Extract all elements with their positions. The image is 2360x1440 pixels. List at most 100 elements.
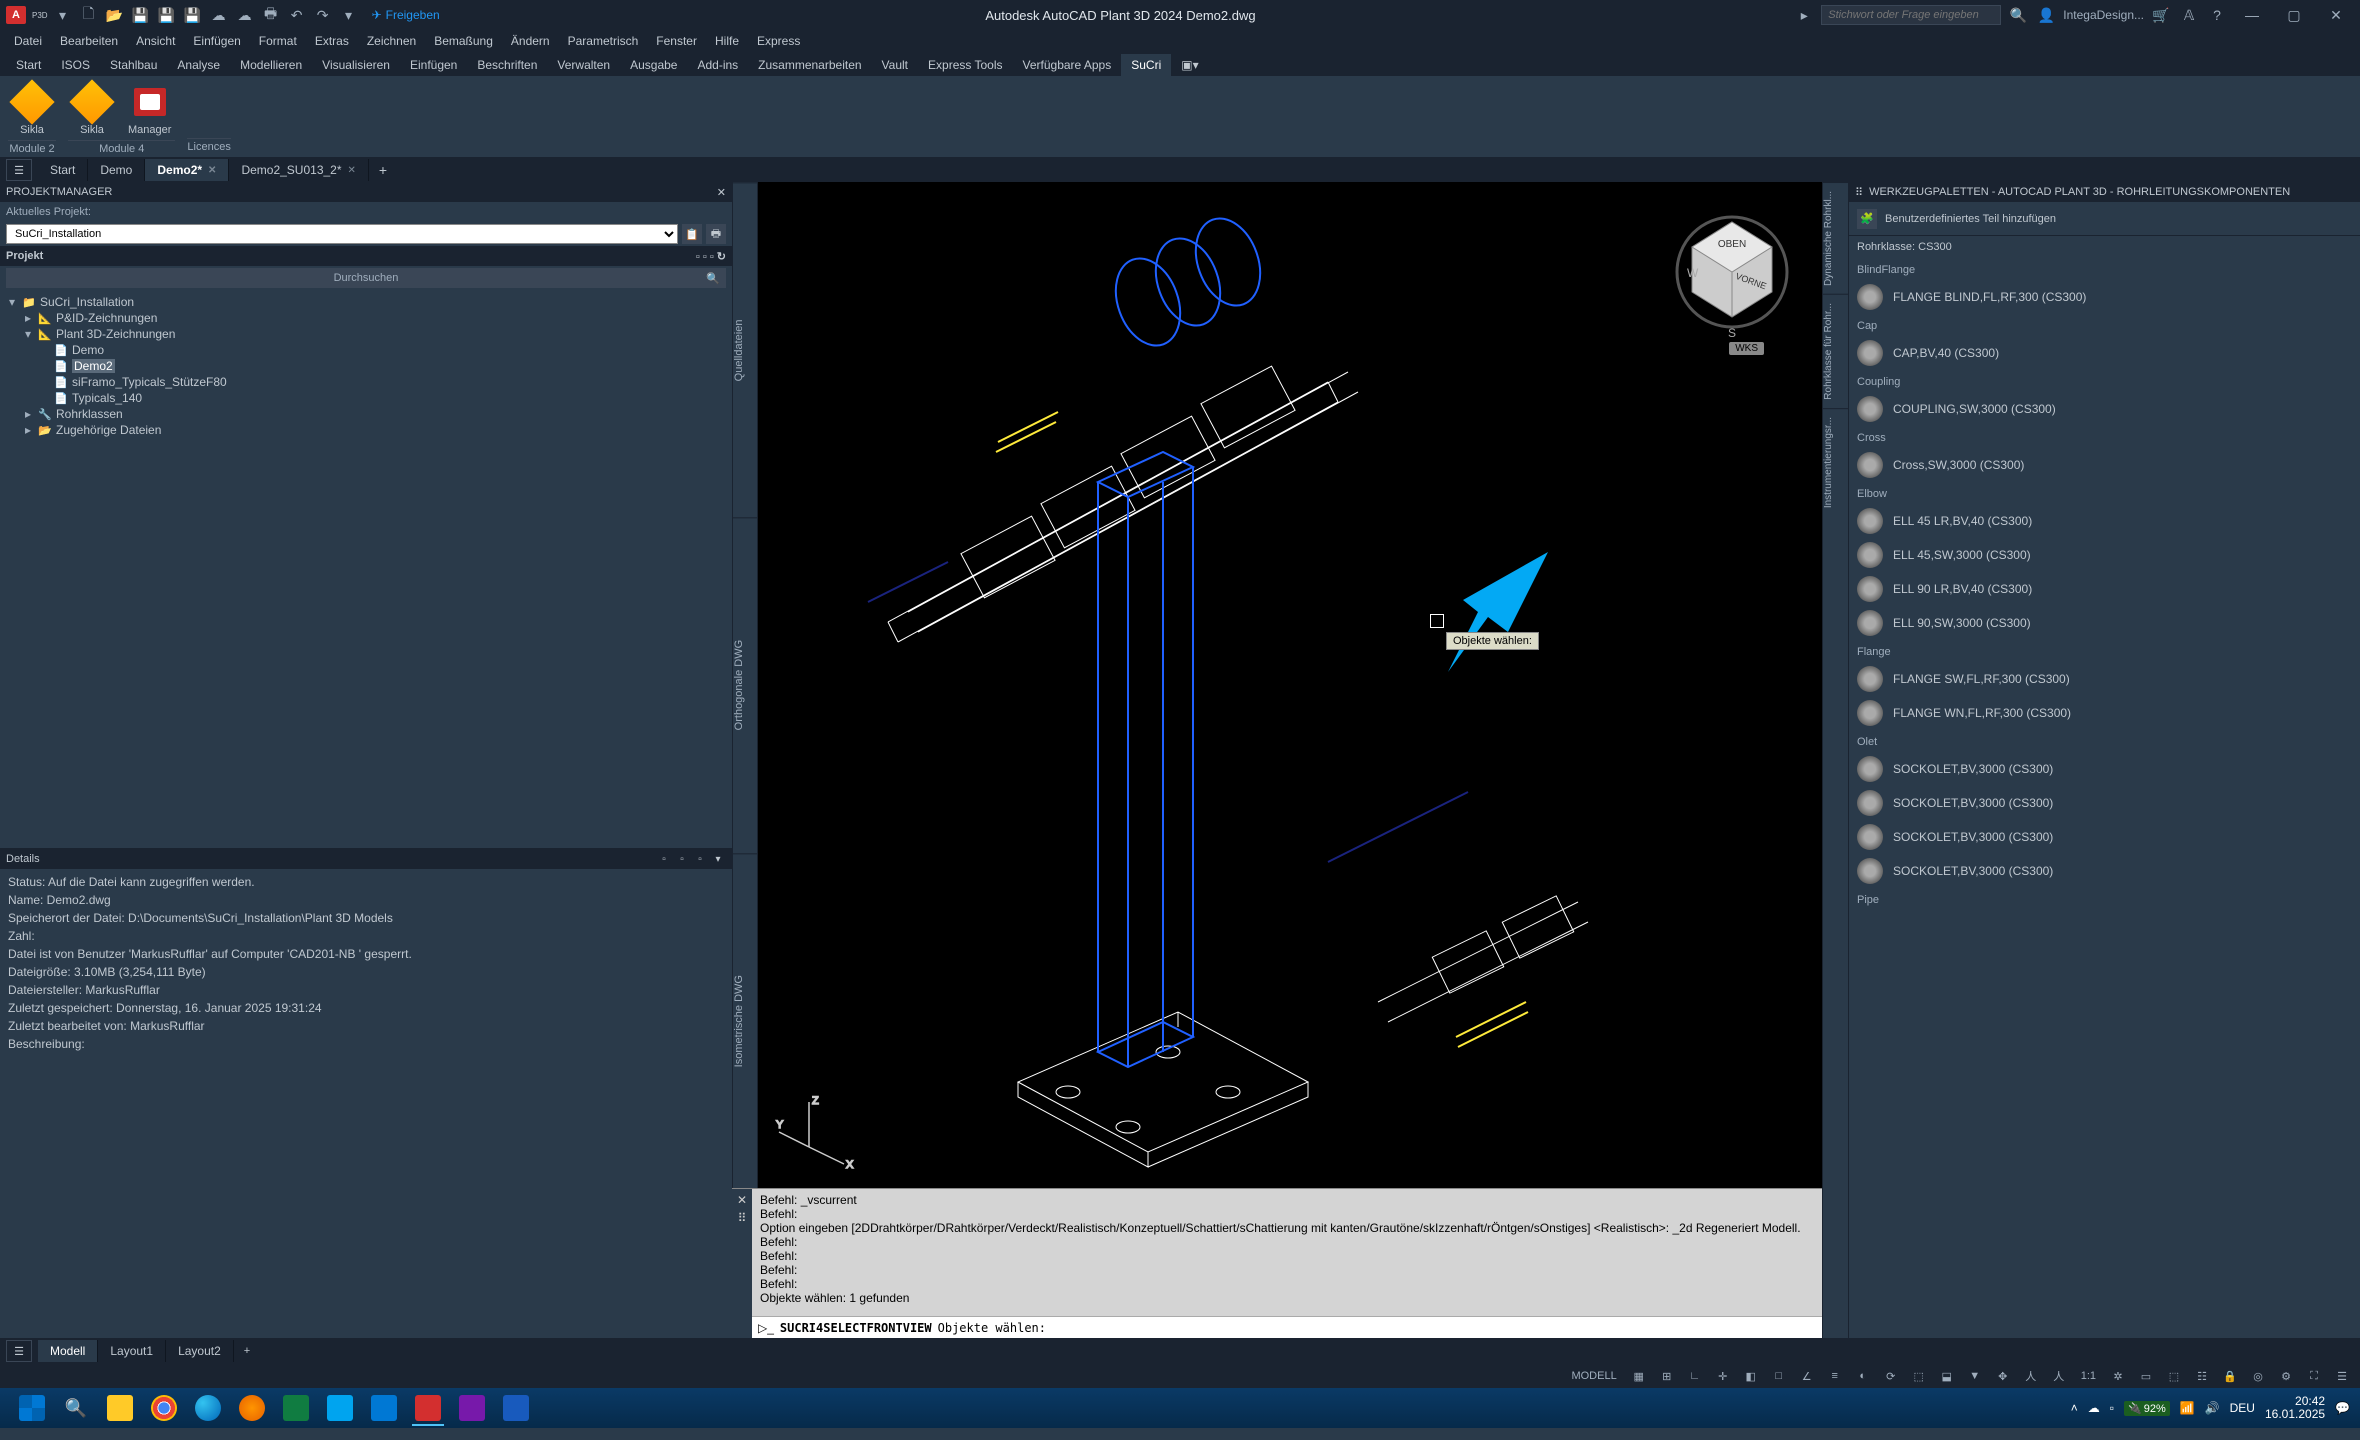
palette-item[interactable]: CAP,BV,40 (CS300) xyxy=(1849,336,2360,370)
user-icon[interactable]: 👤 xyxy=(2035,4,2057,26)
tray-wifi-icon[interactable]: 📶 xyxy=(2180,1401,2195,1415)
menu-extras[interactable]: Extras xyxy=(307,34,357,48)
transparency-icon[interactable]: ◐ xyxy=(1853,1366,1873,1386)
hardware-icon[interactable]: ⚙ xyxy=(2276,1366,2296,1386)
app-logo[interactable]: A xyxy=(6,6,26,24)
close-tab-icon[interactable]: ✕ xyxy=(208,165,216,176)
tree-item[interactable]: ▸📐P&ID-Zeichnungen xyxy=(6,310,726,326)
tree-search-field[interactable]: Durchsuchen🔍 xyxy=(6,268,726,288)
palette-item[interactable]: SOCKOLET,BV,3000 (CS300) xyxy=(1849,854,2360,888)
ribbon-tab[interactable]: Einfügen xyxy=(400,54,467,76)
taskbar-word[interactable] xyxy=(494,1390,538,1426)
close-tab-icon[interactable]: ✕ xyxy=(348,165,356,176)
model-viewport[interactable]: Objekte wählen: OBEN VORNE W S WKS xyxy=(758,182,1822,1188)
taskbar-outlook[interactable] xyxy=(362,1390,406,1426)
project-toolbar-icon[interactable]: 📋 xyxy=(682,224,702,244)
ribbon-tab[interactable]: Modellieren xyxy=(230,54,312,76)
details-tool-icon[interactable]: ▾ xyxy=(710,851,726,867)
ribbon-overflow-icon[interactable]: ▣▾ xyxy=(1171,54,1208,76)
palette-item[interactable]: FLANGE WN,FL,RF,300 (CS300) xyxy=(1849,696,2360,730)
save-icon[interactable]: 💾 xyxy=(130,4,152,26)
cloud-open-icon[interactable]: ☁ xyxy=(208,4,230,26)
taskbar-autocad[interactable] xyxy=(406,1390,450,1426)
new-tab-button[interactable]: + xyxy=(369,158,397,182)
qat-menu-icon[interactable]: ▾ xyxy=(52,4,74,26)
project-tool-icon[interactable]: ▫ xyxy=(703,251,707,263)
wcs-badge[interactable]: WKS xyxy=(1729,342,1764,355)
palette-item[interactable]: COUPLING,SW,3000 (CS300) xyxy=(1849,392,2360,426)
tray-lang[interactable]: DEU xyxy=(2230,1401,2255,1415)
win-start-button[interactable] xyxy=(10,1390,54,1426)
menu-einfügen[interactable]: Einfügen xyxy=(185,34,248,48)
tree-expander-icon[interactable]: ▸ xyxy=(22,311,34,325)
ribbon-tab[interactable]: Analyse xyxy=(167,54,230,76)
saveas-icon[interactable]: 💾 xyxy=(156,4,178,26)
taskbar-app[interactable] xyxy=(318,1390,362,1426)
tray-cloud-icon[interactable]: ☁ xyxy=(2088,1401,2100,1415)
command-input[interactable]: ▷_ SUCRI4SELECTFRONTVIEW Objekte wählen: xyxy=(752,1316,1822,1338)
tree-item[interactable]: ▾📐Plant 3D-Zeichnungen xyxy=(6,326,726,342)
grid-icon[interactable]: ▦ xyxy=(1629,1366,1649,1386)
doc-tab[interactable]: Demo2_SU013_2*✕ xyxy=(229,159,368,181)
help-icon[interactable]: ? xyxy=(2206,4,2228,26)
project-tool-icon[interactable]: ▫ xyxy=(710,251,714,263)
status-model[interactable]: MODELL xyxy=(1567,1370,1620,1382)
cmd-handle-icon[interactable]: ⠿ xyxy=(738,1211,747,1225)
gizmo-icon[interactable]: ✥ xyxy=(1993,1366,2013,1386)
maximize-button[interactable]: ▢ xyxy=(2276,1,2312,29)
project-tool-icon[interactable]: ▫ xyxy=(696,251,700,263)
menu-fenster[interactable]: Fenster xyxy=(648,34,705,48)
taskbar-firefox[interactable] xyxy=(230,1390,274,1426)
tree-item[interactable]: ▾📁SuCri_Installation xyxy=(6,294,726,310)
palette-side-tab[interactable]: Instrumentierungsr... xyxy=(1823,408,1848,516)
new-layout-button[interactable]: + xyxy=(234,1341,260,1361)
palette-item[interactable]: ELL 45,SW,3000 (CS300) xyxy=(1849,538,2360,572)
search-icon[interactable]: 🔍 xyxy=(2007,4,2029,26)
palette-item[interactable]: ELL 90,SW,3000 (CS300) xyxy=(1849,606,2360,640)
ribbon-tab[interactable]: Add-ins xyxy=(687,54,748,76)
cart-icon[interactable]: 🛒 xyxy=(2150,4,2172,26)
menu-bemaßung[interactable]: Bemaßung xyxy=(426,34,501,48)
doc-menu-icon[interactable]: ☰ xyxy=(6,159,32,181)
redo-icon[interactable]: ↷ xyxy=(312,4,334,26)
manager-button[interactable]: Manager xyxy=(124,80,175,138)
close-button[interactable]: ✕ xyxy=(2318,1,2354,29)
customize-icon[interactable]: ☰ xyxy=(2332,1366,2352,1386)
add-custom-part[interactable]: 🧩 Benutzerdefiniertes Teil hinzufügen xyxy=(1849,202,2360,236)
vertical-tab[interactable]: Quelldateien xyxy=(733,182,757,517)
palette-item[interactable]: Cross,SW,3000 (CS300) xyxy=(1849,448,2360,482)
infocenter-arrow-icon[interactable]: ▸ xyxy=(1793,4,1815,26)
palette-side-tab[interactable]: Rohrklasse für Rohr... xyxy=(1823,294,1848,408)
palette-item[interactable]: SOCKOLET,BV,3000 (CS300) xyxy=(1849,752,2360,786)
palette-item[interactable]: FLANGE SW,FL,RF,300 (CS300) xyxy=(1849,662,2360,696)
ribbon-tab[interactable]: Verfügbare Apps xyxy=(1013,54,1122,76)
details-tool-icon[interactable]: ▫ xyxy=(674,851,690,867)
ribbon-tab[interactable]: Beschriften xyxy=(467,54,547,76)
ribbon-tab[interactable]: SuCri xyxy=(1121,54,1171,76)
filter-icon[interactable]: ▼ xyxy=(1965,1366,1985,1386)
tray-overflow-icon[interactable]: ˄ xyxy=(2071,1401,2078,1415)
tray-clock[interactable]: 20:42 16.01.2025 xyxy=(2265,1395,2325,1421)
monitor-icon[interactable]: ▭ xyxy=(2136,1366,2156,1386)
menu-ansicht[interactable]: Ansicht xyxy=(128,34,183,48)
project-select[interactable]: SuCri_Installation xyxy=(6,224,678,244)
sikla-button-1[interactable]: Sikla xyxy=(8,80,56,138)
otrack-icon[interactable]: ∠ xyxy=(1797,1366,1817,1386)
palette-side-tab[interactable]: Dynamische Rohrkl... xyxy=(1823,182,1848,294)
tree-item[interactable]: 📄siFramo_Typicals_StützeF80 xyxy=(6,374,726,390)
layout-menu-icon[interactable]: ☰ xyxy=(6,1340,32,1362)
layout-tab[interactable]: Modell xyxy=(38,1340,98,1362)
tree-expander-icon[interactable]: ▸ xyxy=(22,423,34,437)
ortho-icon[interactable]: ∟ xyxy=(1685,1366,1705,1386)
menu-zeichnen[interactable]: Zeichnen xyxy=(359,34,424,48)
tree-item[interactable]: ▸🔧Rohrklassen xyxy=(6,406,726,422)
open-icon[interactable]: 📂 xyxy=(104,4,126,26)
lock-ui-icon[interactable]: 🔒 xyxy=(2220,1366,2240,1386)
layout-tab[interactable]: Layout1 xyxy=(98,1340,166,1362)
ribbon-tab[interactable]: Verwalten xyxy=(547,54,620,76)
menu-express[interactable]: Express xyxy=(749,34,808,48)
ribbon-tab[interactable]: Ausgabe xyxy=(620,54,687,76)
palette-handle-icon[interactable]: ⠿ xyxy=(1855,186,1863,199)
sikla-button-2[interactable]: Sikla xyxy=(68,80,116,138)
clean-screen-icon[interactable]: ⛶ xyxy=(2304,1366,2324,1386)
